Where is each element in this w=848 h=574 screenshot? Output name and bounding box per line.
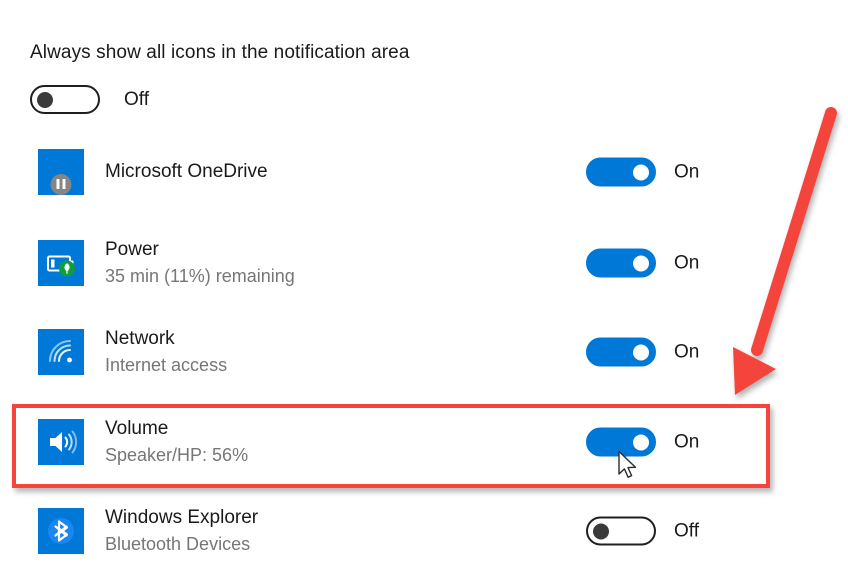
- toggle-knob: [37, 92, 53, 108]
- windows-explorer-state-label: Off: [674, 520, 699, 542]
- list-item-title: Power: [105, 237, 295, 263]
- page-title: Always show all icons in the notificatio…: [30, 42, 410, 64]
- bluetooth-icon: [38, 508, 84, 554]
- onedrive-toggle[interactable]: [586, 158, 656, 187]
- windows-explorer-toggle[interactable]: [586, 517, 656, 546]
- list-item-text: Microsoft OneDrive: [105, 159, 268, 185]
- power-toggle[interactable]: [586, 249, 656, 278]
- network-wifi-icon: [38, 329, 84, 375]
- list-item-toggle-group: Off: [586, 517, 699, 546]
- toggle-knob: [593, 523, 609, 539]
- list-item[interactable]: Microsoft OneDrive On: [0, 127, 848, 217]
- toggle-knob: [633, 164, 649, 180]
- always-show-all-icons-state-label: Off: [124, 89, 149, 111]
- list-item[interactable]: Windows Explorer Bluetooth Devices Off: [0, 486, 848, 574]
- always-show-all-icons-toggle[interactable]: [30, 85, 100, 114]
- power-battery-icon: [38, 240, 84, 286]
- list-item-title: Windows Explorer: [105, 505, 258, 531]
- onedrive-icon: [38, 149, 84, 195]
- list-item-title: Network: [105, 326, 227, 352]
- list-item-subtitle: Bluetooth Devices: [105, 531, 258, 557]
- list-item-toggle-group: On: [586, 249, 699, 278]
- power-battery-glyph: [38, 240, 84, 286]
- power-state-label: On: [674, 252, 699, 274]
- list-item-subtitle: 35 min (11%) remaining: [105, 263, 295, 289]
- onedrive-state-label: On: [674, 161, 699, 183]
- volume-row-highlight-box: [12, 404, 770, 488]
- list-item-title: Microsoft OneDrive: [105, 159, 268, 185]
- list-item-text: Power 35 min (11%) remaining: [105, 237, 295, 289]
- list-item-toggle-group: On: [586, 338, 699, 367]
- list-item-toggle-group: On: [586, 158, 699, 187]
- toggle-knob: [633, 344, 649, 360]
- notification-area-icons-settings-page: Always show all icons in the notificatio…: [0, 0, 848, 574]
- list-item-subtitle: Internet access: [105, 352, 227, 378]
- list-item-text: Windows Explorer Bluetooth Devices: [105, 505, 258, 557]
- wifi-glyph: [38, 329, 84, 375]
- list-item[interactable]: Network Internet access On: [0, 307, 848, 397]
- pause-badge-icon: [51, 174, 72, 195]
- list-item-text: Network Internet access: [105, 326, 227, 378]
- list-item[interactable]: Power 35 min (11%) remaining On: [0, 218, 848, 308]
- bluetooth-glyph: [38, 508, 84, 554]
- always-show-all-icons-setting: Off: [30, 85, 149, 114]
- network-state-label: On: [674, 341, 699, 363]
- toggle-knob: [633, 255, 649, 271]
- network-toggle[interactable]: [586, 338, 656, 367]
